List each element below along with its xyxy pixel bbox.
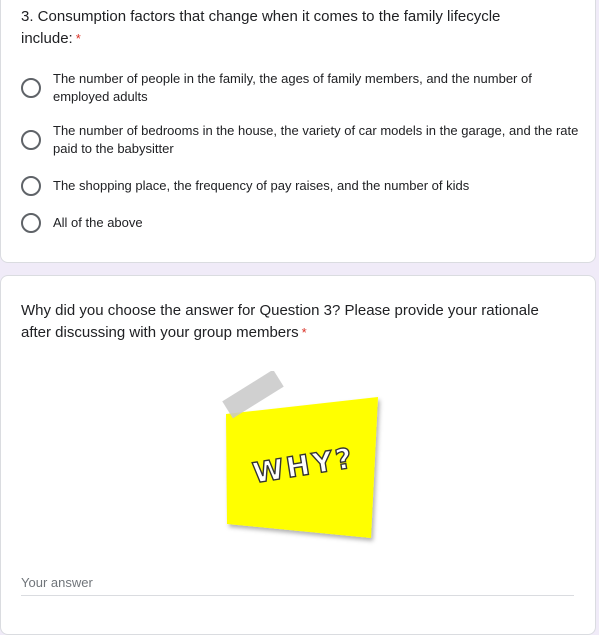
option-label: The number of people in the family, the … bbox=[53, 71, 532, 104]
question-title: 3. Consumption factors that change when … bbox=[21, 6, 561, 50]
option-label: All of the above bbox=[53, 215, 143, 230]
radio-option-4[interactable]: All of the above bbox=[21, 213, 581, 233]
radio-option-3[interactable]: The shopping place, the frequency of pay… bbox=[21, 176, 581, 196]
why-sticky-note-image: WHY? bbox=[222, 371, 378, 538]
question-title-text: Why did you choose the answer for Questi… bbox=[21, 302, 539, 341]
required-asterisk: * bbox=[301, 325, 307, 340]
radio-button[interactable] bbox=[21, 176, 41, 196]
question-title-text: 3. Consumption factors that change when … bbox=[21, 8, 501, 47]
answer-underline bbox=[21, 595, 574, 596]
answer-input[interactable]: Your answer bbox=[21, 575, 93, 590]
question-card-4: Why did you choose the answer for Questi… bbox=[0, 275, 596, 635]
question-card-3: 3. Consumption factors that change when … bbox=[0, 0, 596, 263]
question-title: Why did you choose the answer for Questi… bbox=[21, 300, 561, 344]
required-asterisk: * bbox=[75, 31, 81, 46]
option-label: The number of bedrooms in the house, the… bbox=[53, 123, 579, 156]
radio-button[interactable] bbox=[21, 130, 41, 150]
radio-option-2[interactable]: The number of bedrooms in the house, the… bbox=[21, 122, 581, 158]
radio-option-1[interactable]: The number of people in the family, the … bbox=[21, 70, 581, 106]
radio-button[interactable] bbox=[21, 213, 41, 233]
radio-button[interactable] bbox=[21, 78, 41, 98]
option-label: The shopping place, the frequency of pay… bbox=[53, 178, 470, 193]
